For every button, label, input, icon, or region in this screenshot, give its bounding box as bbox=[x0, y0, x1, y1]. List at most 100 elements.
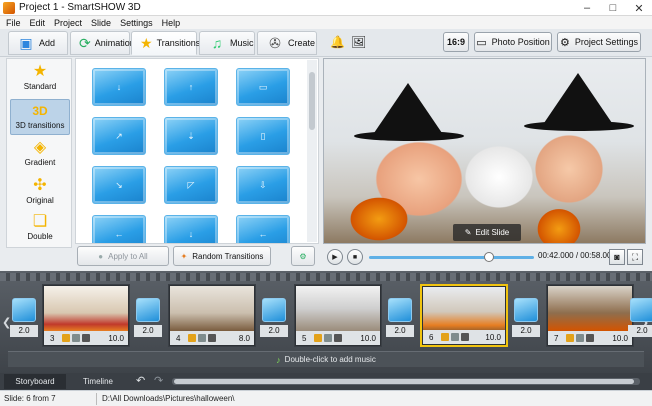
transition-thumbnail[interactable]: ◸ bbox=[164, 166, 218, 204]
transition-thumbnail[interactable]: ▯ bbox=[236, 117, 290, 155]
fullscreen-button[interactable]: ⛶ bbox=[627, 249, 643, 265]
playback-controls: ▶ ■ 00:42.000 / 00:58.000 ◙ ⛶ bbox=[323, 246, 646, 268]
speaker-icon[interactable] bbox=[586, 334, 594, 342]
project-path: D:\All Downloads\Pictures\halloween\ bbox=[102, 394, 235, 403]
transition-thumbnail[interactable]: ▭ bbox=[236, 68, 290, 106]
play-button[interactable]: ▶ bbox=[327, 249, 343, 265]
undo-icon[interactable]: ↶ bbox=[136, 374, 145, 387]
tab-animation[interactable]: ⟳ Animation bbox=[70, 31, 135, 55]
tab-storyboard[interactable]: Storyboard bbox=[4, 374, 66, 389]
menu-settings[interactable]: Settings bbox=[120, 18, 153, 28]
seek-slider[interactable] bbox=[369, 252, 534, 262]
pencil-icon[interactable] bbox=[314, 334, 322, 342]
3d-icon: 3D bbox=[32, 104, 48, 118]
slide-number: 5 bbox=[302, 333, 307, 343]
speaker-icon[interactable] bbox=[334, 334, 342, 342]
project-settings-button[interactable]: ⚙ Project Settings bbox=[557, 32, 641, 52]
transition-thumbnail[interactable]: ↓ bbox=[92, 68, 146, 106]
close-button[interactable]: ✕ bbox=[626, 0, 652, 16]
transition-settings-button[interactable]: ⚙ bbox=[291, 246, 315, 266]
magnify-icon[interactable] bbox=[72, 334, 80, 342]
slide-thumbnail bbox=[170, 286, 254, 331]
redo-icon[interactable]: ↷ bbox=[154, 374, 163, 387]
category-3d-transitions[interactable]: 3D 3D transitions bbox=[10, 99, 70, 135]
tab-timeline[interactable]: Timeline bbox=[70, 374, 126, 389]
magnify-icon[interactable] bbox=[451, 333, 459, 341]
edit-slide-button[interactable]: ✎ Edit Slide bbox=[453, 224, 521, 241]
status-bar: Slide: 6 from 7 D:\All Downloads\Picture… bbox=[0, 390, 652, 406]
pencil-icon[interactable] bbox=[188, 334, 196, 342]
transition-slot[interactable]: 2.0 bbox=[134, 298, 162, 346]
speaker-icon[interactable] bbox=[82, 334, 90, 342]
magnify-icon[interactable] bbox=[324, 334, 332, 342]
transition-duration: 2.0 bbox=[628, 325, 652, 337]
transition-thumbnail[interactable]: ← bbox=[236, 215, 290, 243]
maximize-button[interactable]: □ bbox=[600, 0, 626, 16]
slide-preview[interactable]: ✎ Edit Slide bbox=[323, 58, 646, 244]
storyboard-slide[interactable]: 5 10.0 bbox=[294, 284, 382, 347]
aspect-ratio-button[interactable]: 16:9 bbox=[443, 32, 469, 52]
scrollbar-thumb[interactable] bbox=[174, 379, 634, 384]
transition-thumbnail[interactable]: ⇣ bbox=[164, 117, 218, 155]
magnify-icon[interactable] bbox=[198, 334, 206, 342]
tab-transitions[interactable]: ★ Transitions bbox=[131, 31, 200, 55]
stop-button[interactable]: ■ bbox=[347, 249, 363, 265]
apply-to-all-button[interactable]: ● Apply to All bbox=[77, 246, 169, 266]
transition-thumbnail[interactable]: ← bbox=[92, 215, 146, 243]
slide-number: 7 bbox=[554, 333, 559, 343]
bell-icon[interactable]: 🔔 bbox=[330, 35, 345, 49]
speaker-icon[interactable] bbox=[208, 334, 216, 342]
slide-thumbnail bbox=[548, 286, 632, 331]
tab-add[interactable]: ▣ Add bbox=[8, 31, 68, 55]
snapshot-button[interactable]: ◙ bbox=[609, 249, 625, 265]
music-note-icon: ♪ bbox=[276, 354, 281, 365]
speaker-icon[interactable] bbox=[461, 333, 469, 341]
transition-thumbnail[interactable]: ⇩ bbox=[236, 166, 290, 204]
transition-slot[interactable]: 2.0 bbox=[628, 298, 652, 346]
transition-thumbnail[interactable]: ↓ bbox=[164, 215, 218, 243]
scrollbar-thumb[interactable] bbox=[309, 72, 315, 130]
transition-slot[interactable]: 2.0 bbox=[386, 298, 414, 346]
transition-slot[interactable]: 2.0 bbox=[10, 298, 38, 346]
transition-icon bbox=[136, 298, 160, 322]
random-transitions-button[interactable]: ✦ Random Transitions bbox=[173, 246, 271, 266]
tab-create[interactable]: ✇ Create bbox=[257, 31, 317, 55]
storyboard-slide[interactable]: 4 8.0 bbox=[168, 284, 256, 347]
menu-edit[interactable]: Edit bbox=[30, 18, 46, 28]
storyboard-slide-active[interactable]: 6 10.0 bbox=[420, 284, 508, 347]
pencil-icon[interactable] bbox=[62, 334, 70, 342]
storyboard-slide[interactable]: 3 10.0 bbox=[42, 284, 130, 347]
category-standard[interactable]: ★ Standard bbox=[10, 61, 70, 97]
title-bar: Project 1 - SmartSHOW 3D – □ ✕ bbox=[0, 0, 652, 16]
storyboard-scrollbar[interactable] bbox=[172, 378, 640, 385]
star-icon: ★ bbox=[140, 34, 153, 51]
gear-icon: ⚙ bbox=[299, 251, 307, 261]
category-double[interactable]: ❏ Double bbox=[10, 211, 70, 247]
minimize-button[interactable]: – bbox=[574, 0, 600, 16]
picture-icon[interactable]: 🖼 bbox=[351, 35, 366, 49]
storyboard-slide[interactable]: 7 10.0 bbox=[546, 284, 634, 347]
seek-knob[interactable] bbox=[484, 252, 494, 262]
transition-slot[interactable]: 2.0 bbox=[512, 298, 540, 346]
transition-thumbnail[interactable]: ↑ bbox=[164, 68, 218, 106]
photo-position-button[interactable]: ▭ Photo Position bbox=[474, 32, 552, 52]
menu-file[interactable]: File bbox=[6, 18, 21, 28]
transition-thumbnail[interactable]: ↘ bbox=[92, 166, 146, 204]
transition-duration: 2.0 bbox=[10, 325, 38, 337]
preview-image bbox=[544, 73, 612, 123]
magnify-icon[interactable] bbox=[576, 334, 584, 342]
category-gradient[interactable]: ◈ Gradient bbox=[10, 137, 70, 173]
pencil-icon[interactable] bbox=[566, 334, 574, 342]
transition-icon bbox=[12, 298, 36, 322]
pencil-icon[interactable] bbox=[441, 333, 449, 341]
transitions-scrollbar[interactable] bbox=[307, 60, 317, 242]
menu-slide[interactable]: Slide bbox=[91, 18, 111, 28]
category-original[interactable]: ✣ Original bbox=[10, 175, 70, 211]
menu-project[interactable]: Project bbox=[54, 18, 82, 28]
tab-music[interactable]: ♫ Music bbox=[199, 31, 255, 55]
music-track[interactable]: ♪ Double-click to add music bbox=[8, 351, 644, 367]
transition-slot[interactable]: 2.0 bbox=[260, 298, 288, 346]
slide-number: 3 bbox=[50, 333, 55, 343]
transition-thumbnail[interactable]: ↗ bbox=[92, 117, 146, 155]
menu-help[interactable]: Help bbox=[162, 18, 181, 28]
